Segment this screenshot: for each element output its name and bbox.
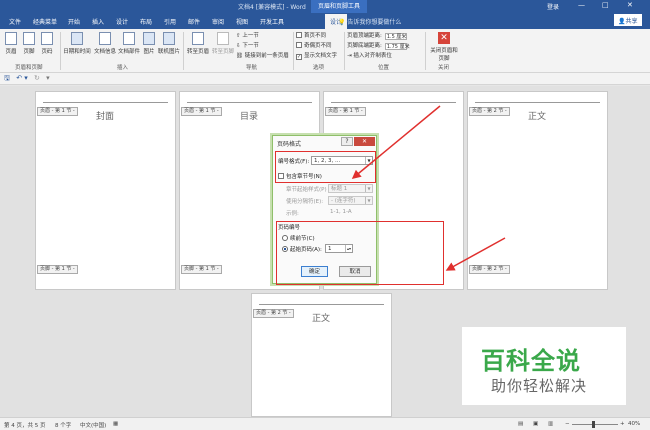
language-status[interactable]: 中文(中国)	[80, 421, 106, 429]
watermark-subtitle: 助你轻松解决	[491, 377, 588, 395]
zoom-in-icon[interactable]: +	[620, 421, 625, 427]
page-count-status[interactable]: 第 4 页，共 5 页	[4, 421, 46, 429]
zoom-out-icon[interactable]: −	[565, 421, 570, 427]
watermark-logo: 百科全说 助你轻松解决	[462, 327, 626, 405]
annotation-arrow-2	[445, 237, 506, 271]
zoom-level[interactable]: 40%	[628, 421, 640, 427]
watermark-title: 百科全说	[481, 347, 581, 375]
status-bar: 第 4 页，共 5 页 8 个字 中文(中国) ▦ ▤ ▣ ▥ − + 40%	[0, 417, 650, 430]
print-layout-icon[interactable]: ▣	[533, 421, 538, 427]
word-count-status[interactable]: 8 个字	[55, 421, 71, 429]
zoom-slider-thumb[interactable]	[592, 421, 595, 428]
zoom-slider[interactable]	[572, 424, 618, 425]
web-layout-icon[interactable]: ▥	[548, 421, 553, 427]
annotation-arrow-1	[351, 105, 441, 179]
macro-icon[interactable]: ▦	[113, 421, 118, 427]
read-mode-icon[interactable]: ▤	[518, 421, 523, 427]
